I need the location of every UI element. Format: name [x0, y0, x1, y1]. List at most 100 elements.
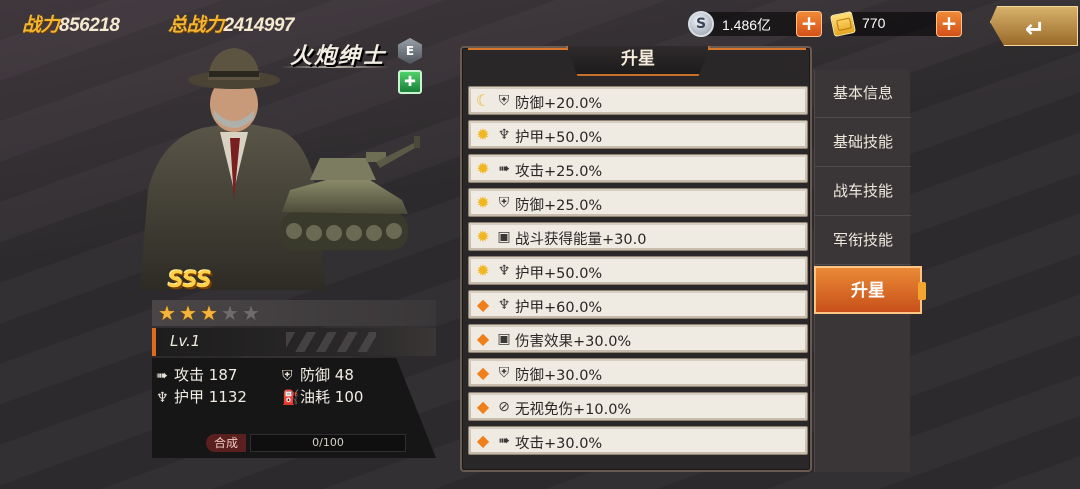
sun-tier-icon: ✹	[476, 193, 490, 212]
effect-row: ✹ ➠ 攻击+25.0%	[468, 154, 808, 183]
stat-attack-value: 187	[208, 366, 238, 384]
star-empty-icon: ★	[242, 301, 260, 325]
stat-defense: ⛨ 防御 48	[282, 364, 354, 385]
star-up-panel: 升星 ☾ ⛨ 防御+20.0% ✹ ♆ 护甲+50.0% ✹ ➠ 攻击+25.0% ✹ ⛨ 防御+25…	[460, 46, 812, 472]
commander-portrait	[140, 48, 420, 290]
grade-label: SSS	[168, 268, 212, 293]
silver-currency: S 1.486亿 +	[688, 11, 822, 37]
stat-fuel: ⛽油耗 100	[282, 386, 363, 407]
armor-icon: ♆	[156, 390, 169, 406]
star-filled-icon: ★	[158, 301, 176, 325]
sun-tier-icon: ✹	[476, 125, 490, 144]
back-arrow-icon: ↵	[1025, 15, 1046, 43]
stat-attack: ➠ 攻击 187	[156, 364, 237, 385]
stat-armor-value: 1132	[208, 388, 247, 406]
stat-armor-label: 护甲	[174, 388, 205, 406]
sun-tier-icon: ✹	[476, 227, 490, 246]
add-gold-button[interactable]: +	[936, 11, 962, 37]
tab-tank-skills[interactable]: 战车技能	[815, 168, 911, 216]
gem-tier-icon: ◆	[476, 397, 490, 416]
star-filled-icon: ★	[179, 301, 197, 325]
stat-fuel-label: 油耗	[300, 388, 331, 406]
panel-title: 升星	[566, 46, 710, 76]
star-effect-list[interactable]: ☾ ⛨ 防御+20.0% ✹ ♆ 护甲+50.0% ✹ ➠ 攻击+25.0% ✹ ⛨ 防御+25.0%…	[468, 86, 808, 460]
level-stripes-decoration	[286, 332, 376, 352]
stat-attack-label: 攻击	[174, 366, 205, 384]
effect-row: ☾ ⛨ 防御+20.0%	[468, 86, 808, 115]
effect-text: 战斗获得能量+30.0	[515, 232, 647, 248]
effect-row: ✹ ⛨ 防御+25.0%	[468, 188, 808, 217]
effect-row: ◆ ⊘ 无视免伤+10.0%	[468, 392, 808, 421]
effect-row: ✹ ♆ 护甲+50.0%	[468, 256, 808, 285]
defense-icon: ⛨	[282, 368, 293, 384]
effect-row: ✹ ▣ 战斗获得能量+30.0	[468, 222, 808, 251]
star-empty-icon: ★	[221, 301, 239, 325]
class-badge-icon: ✚	[398, 70, 422, 94]
gold-bar-icon	[829, 10, 857, 38]
effect-row: ◆ ♆ 护甲+60.0%	[468, 290, 808, 319]
stat-defense-label: 防御	[300, 366, 331, 384]
stat-armor: ♆ 护甲 1132	[156, 386, 247, 407]
commander-stats-panel: ★ ★ ★ ★ ★ Lv.1 ➠ 攻击 187 ⛨ 防御 48 ♆ 护甲 1132 ⛽油耗 1…	[152, 300, 436, 458]
total-combat-power-label: 总战力	[168, 15, 224, 36]
back-button[interactable]: ↵	[990, 6, 1078, 46]
effect-text: 护甲+60.0%	[515, 300, 603, 316]
merge-row: 合成 0/100	[206, 434, 406, 454]
energy-icon: ▣	[497, 229, 511, 245]
stat-fuel-value: 100	[334, 388, 364, 406]
add-silver-button[interactable]: +	[796, 11, 822, 37]
merge-progress-bar: 0/100	[250, 434, 406, 452]
effect-text: 伤害效果+30.0%	[515, 334, 632, 350]
gem-tier-icon: ◆	[476, 431, 490, 450]
stat-defense-value: 48	[334, 366, 354, 384]
star-filled-icon: ★	[200, 301, 218, 325]
commander-name: 火炮绅士	[290, 44, 387, 69]
attack-icon: ➠	[498, 433, 510, 449]
combat-power-value: 856218	[59, 15, 120, 36]
tab-star-up[interactable]: 升星	[814, 266, 926, 314]
effect-row: ✹ ♆ 护甲+50.0%	[468, 120, 808, 149]
gold-currency: 770 +	[829, 10, 962, 38]
level-row: Lv.1	[152, 328, 436, 356]
merge-progress-text: 0/100	[312, 436, 344, 449]
total-combat-power-value: 2414997	[223, 15, 295, 36]
damage-icon: ▣	[497, 331, 511, 347]
gem-tier-icon: ◆	[476, 329, 490, 348]
total-combat-power: 总战力2414997	[168, 10, 294, 37]
combat-power: 战力856218	[22, 10, 120, 37]
combat-power-label: 战力	[22, 15, 60, 36]
effect-text: 防御+30.0%	[515, 368, 603, 384]
tab-basic-skills[interactable]: 基础技能	[815, 119, 911, 167]
attack-icon: ➠	[498, 161, 510, 177]
sun-tier-icon: ✹	[476, 261, 490, 280]
merge-button[interactable]: 合成	[206, 434, 246, 452]
armor-icon: ♆	[497, 263, 511, 279]
star-rating: ★ ★ ★ ★ ★	[152, 300, 436, 326]
effect-row: ◆ ⛨ 防御+30.0%	[468, 358, 808, 387]
moon-tier-icon: ☾	[475, 91, 491, 110]
defense-icon: ⛨	[498, 93, 510, 109]
side-tab-bar: 基本信息 基础技能 战车技能 军衔技能 升星	[814, 70, 926, 472]
silver-amount: 1.486亿	[722, 17, 772, 33]
effect-text: 防御+20.0%	[515, 96, 603, 112]
silver-coin-icon: S	[688, 11, 714, 37]
defense-icon: ⛨	[498, 365, 510, 381]
gem-tier-icon: ◆	[476, 295, 490, 314]
effect-text: 攻击+30.0%	[515, 436, 603, 452]
gem-tier-icon: ◆	[476, 363, 490, 382]
armor-icon: ♆	[497, 127, 511, 143]
effect-row: ◆ ▣ 伤害效果+30.0%	[468, 324, 808, 353]
sun-tier-icon: ✹	[476, 159, 490, 178]
armor-icon: ♆	[497, 297, 511, 313]
ignore-damage-icon: ⊘	[498, 399, 510, 415]
gold-amount: 770	[862, 15, 886, 31]
effect-text: 护甲+50.0%	[515, 130, 603, 146]
tab-basic-info[interactable]: 基本信息	[815, 70, 911, 118]
effect-text: 攻击+25.0%	[515, 164, 603, 180]
level-label: Lv.1	[170, 332, 201, 350]
fuel-icon: ⛽	[282, 390, 300, 406]
effect-text: 护甲+50.0%	[515, 266, 603, 282]
effect-text: 防御+25.0%	[515, 198, 603, 214]
tab-rank-skills[interactable]: 军衔技能	[815, 217, 911, 265]
defense-icon: ⛨	[498, 195, 510, 211]
